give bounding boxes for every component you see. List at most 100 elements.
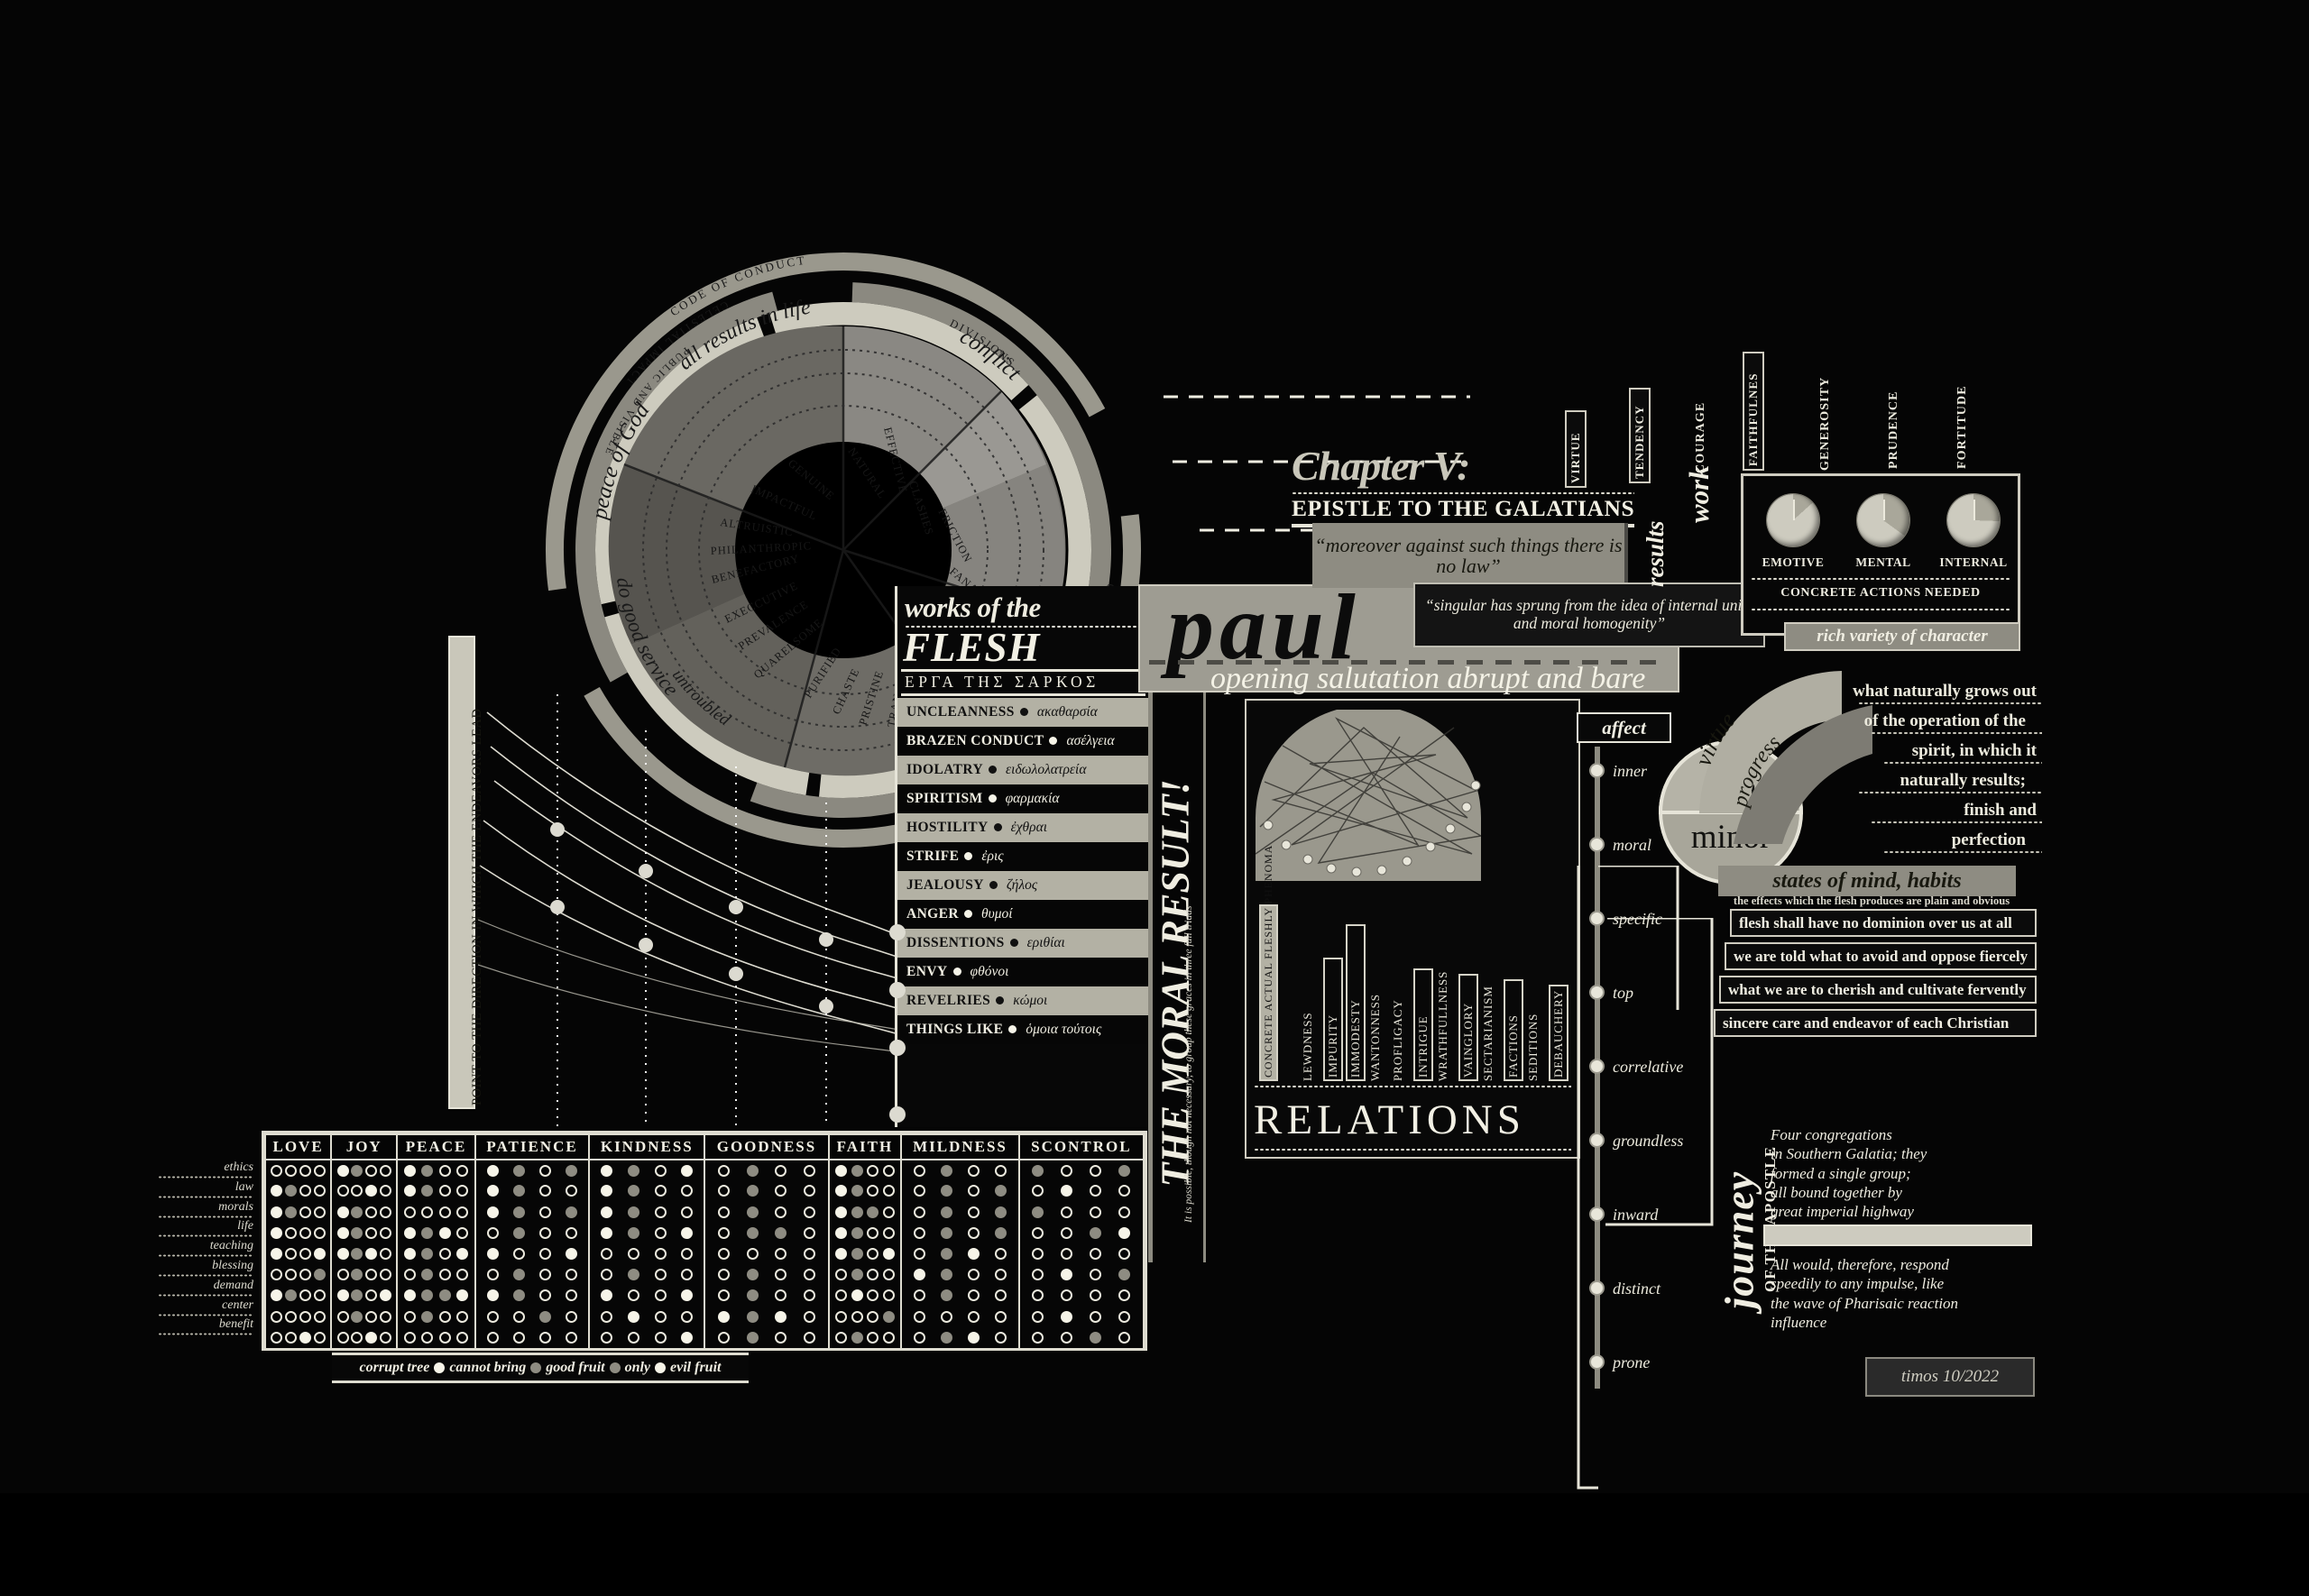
flesh-item: DISSENTIONS εριθίαι bbox=[897, 928, 1149, 958]
matrix-dot bbox=[566, 1206, 578, 1218]
matrix-dot bbox=[421, 1226, 434, 1239]
matrix-dot bbox=[566, 1269, 578, 1281]
matrix-dot bbox=[365, 1185, 378, 1197]
matrix-dot bbox=[940, 1269, 952, 1281]
matrix-row-leader bbox=[158, 1176, 253, 1179]
flesh-item-list: UNCLEANNESS ακαθαρσία BRAZEN CONDUCT ασέλγε… bbox=[897, 697, 1149, 1044]
growth-text-ladder: what naturally grows out of the operation… bbox=[1822, 682, 2042, 862]
matrix-dot bbox=[336, 1247, 349, 1260]
matrix-dot bbox=[379, 1289, 391, 1302]
matrix-dot bbox=[539, 1289, 552, 1302]
matrix-dot bbox=[968, 1164, 980, 1177]
relations-title: RELATIONS bbox=[1254, 1096, 1525, 1143]
matrix-cell bbox=[263, 1306, 333, 1327]
matrix-cell bbox=[704, 1306, 830, 1327]
matrix-dot bbox=[421, 1164, 434, 1177]
table-row bbox=[263, 1306, 1145, 1327]
relations-label-seditions: SEDITIONS bbox=[1526, 1013, 1540, 1081]
matrix-dot bbox=[834, 1206, 847, 1218]
matrix-dot bbox=[438, 1226, 451, 1239]
matrix-dot bbox=[867, 1310, 879, 1323]
matrix-dot bbox=[1032, 1331, 1044, 1344]
matrix-dot bbox=[404, 1164, 417, 1177]
flesh-item-english: BRAZEN CONDUCT bbox=[906, 732, 1044, 748]
matrix-dot bbox=[299, 1310, 311, 1323]
matrix-dot bbox=[438, 1185, 451, 1197]
matrix-dot bbox=[313, 1289, 326, 1302]
matrix-dot bbox=[681, 1289, 694, 1302]
matrix-dot bbox=[851, 1331, 863, 1344]
matrix-dot bbox=[1061, 1269, 1073, 1281]
matrix-dot bbox=[717, 1289, 730, 1302]
matrix-dot bbox=[285, 1185, 298, 1197]
matrix-dot bbox=[882, 1269, 895, 1281]
matrix-dot bbox=[486, 1289, 499, 1302]
matrix-dot bbox=[421, 1289, 434, 1302]
matrix-dot bbox=[1061, 1226, 1073, 1239]
matrix-dot bbox=[365, 1164, 378, 1177]
matrix-dot bbox=[299, 1247, 311, 1260]
matrix-dot bbox=[851, 1226, 863, 1239]
knob-emotive[interactable] bbox=[1767, 494, 1819, 546]
matrix-dot bbox=[995, 1164, 1007, 1177]
bullet-icon bbox=[952, 968, 961, 977]
matrix-dot bbox=[746, 1164, 759, 1177]
flesh-item: UNCLEANNESS ακαθαρσία bbox=[897, 697, 1149, 727]
matrix-dot bbox=[995, 1331, 1007, 1344]
knob-mental[interactable] bbox=[1857, 494, 1909, 546]
matrix-dot bbox=[336, 1269, 349, 1281]
matrix-dot bbox=[455, 1331, 468, 1344]
matrix-row-label-center: center bbox=[158, 1298, 259, 1318]
matrix-dot bbox=[285, 1226, 298, 1239]
matrix-dot bbox=[313, 1185, 326, 1197]
journey-text-block-1: Four congregations in Southern Galatia; … bbox=[1771, 1126, 1927, 1239]
matrix-dot bbox=[404, 1269, 417, 1281]
flesh-item: IDOLATRY ειδωλολατρεία bbox=[897, 755, 1149, 784]
matrix-cell bbox=[827, 1222, 903, 1243]
matrix-dot bbox=[717, 1247, 730, 1260]
matrix-dot bbox=[775, 1310, 787, 1323]
matrix-dot bbox=[968, 1269, 980, 1281]
flesh-item-greek: ἐχθραι bbox=[1010, 819, 1048, 835]
matrix-cell bbox=[588, 1201, 706, 1223]
matrix-dot bbox=[1032, 1269, 1044, 1281]
matrix-dot bbox=[851, 1206, 863, 1218]
matrix-dot bbox=[995, 1185, 1007, 1197]
knob-internal[interactable] bbox=[1947, 494, 2000, 546]
matrix-dot bbox=[299, 1164, 311, 1177]
matrix-dot bbox=[379, 1226, 391, 1239]
matrix-cell bbox=[588, 1306, 706, 1327]
matrix-dot bbox=[654, 1247, 667, 1260]
states-bar: what we are to cherish and cultivate fer… bbox=[1719, 976, 2037, 1004]
relations-label-wrathfullness: WRATHFULLNESS bbox=[1436, 970, 1449, 1081]
relations-label-impurity: IMPURITY bbox=[1323, 958, 1343, 1081]
matrix-dot bbox=[512, 1164, 525, 1177]
matrix-dot bbox=[940, 1206, 952, 1218]
matrix-dot bbox=[882, 1289, 895, 1302]
bullet-icon bbox=[989, 766, 998, 775]
knob-dots-bottom bbox=[1751, 608, 2010, 611]
matrix-cell bbox=[474, 1222, 591, 1243]
matrix-dot bbox=[775, 1164, 787, 1177]
matrix-dot bbox=[379, 1206, 391, 1218]
matrix-cell bbox=[588, 1160, 706, 1181]
matrix-dot bbox=[271, 1185, 283, 1197]
matrix-cell bbox=[900, 1201, 1020, 1223]
matrix-dot bbox=[539, 1185, 552, 1197]
matrix-cell bbox=[474, 1201, 591, 1223]
legend-label: cannot bring bbox=[449, 1360, 527, 1375]
vtag-prudence: PRUDENCE bbox=[1887, 390, 1900, 469]
matrix-cell bbox=[588, 1222, 706, 1243]
paul-caption: opening salutation abrupt and bare bbox=[1210, 662, 1646, 695]
matrix-dot bbox=[834, 1331, 847, 1344]
matrix-cell bbox=[263, 1285, 333, 1307]
legend-label: corrupt tree bbox=[359, 1360, 430, 1375]
matrix-dot bbox=[867, 1185, 879, 1197]
matrix-dot bbox=[455, 1310, 468, 1323]
table-row bbox=[263, 1222, 1145, 1243]
flesh-title-line2: FLESH bbox=[903, 625, 1041, 670]
matrix-dot bbox=[1090, 1310, 1102, 1323]
matrix-dot bbox=[968, 1226, 980, 1239]
vtag-generosity: GENEROSITY bbox=[1818, 376, 1832, 471]
matrix-dot bbox=[628, 1269, 640, 1281]
